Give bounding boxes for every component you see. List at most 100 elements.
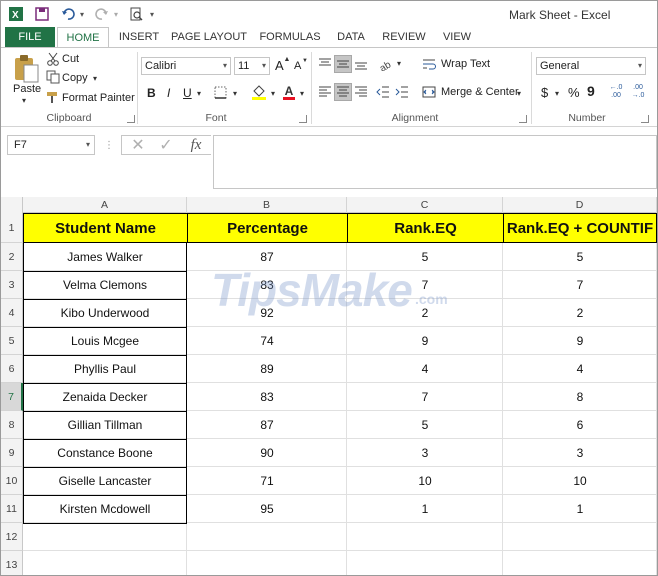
cell-rank-eq[interactable]: 4 xyxy=(347,355,503,383)
merge-center-button[interactable]: Merge & Center xyxy=(441,86,519,98)
tab-review[interactable]: REVIEW xyxy=(379,27,429,47)
formula-input[interactable] xyxy=(213,135,657,189)
row-header-12[interactable]: 12 xyxy=(1,523,23,551)
cell-student-name[interactable]: Louis Mcgee xyxy=(23,327,187,356)
cell-student-name[interactable]: Kibo Underwood xyxy=(23,299,187,328)
save-icon[interactable] xyxy=(33,5,51,23)
cell-rank-eq[interactable]: 10 xyxy=(347,467,503,495)
cell-student-name[interactable]: Constance Boone xyxy=(23,439,187,468)
redo-icon[interactable] xyxy=(93,5,111,23)
alignment-launcher-icon[interactable] xyxy=(519,115,527,123)
header-percentage[interactable]: Percentage xyxy=(187,213,348,243)
header-rank-eq-countif[interactable]: Rank.EQ + COUNTIF xyxy=(503,213,657,243)
row-header-6[interactable]: 6 xyxy=(1,355,23,383)
tab-home[interactable]: HOME xyxy=(57,27,109,48)
row-header-11[interactable]: 11 xyxy=(1,495,23,523)
cell-rank-eq-countif[interactable]: 4 xyxy=(503,355,657,383)
insert-function-icon[interactable]: fx xyxy=(184,136,208,154)
row-header-1[interactable]: 1 xyxy=(1,213,23,243)
orientation-dropdown-icon[interactable]: ▾ xyxy=(395,58,403,68)
merge-dropdown-icon[interactable]: ▾ xyxy=(515,88,523,98)
row-header-5[interactable]: 5 xyxy=(1,327,23,355)
borders-dropdown-icon[interactable]: ▾ xyxy=(231,88,239,98)
underline-dropdown-icon[interactable]: ▾ xyxy=(195,88,203,98)
enter-icon[interactable]: ✓ xyxy=(156,136,176,154)
borders-icon[interactable] xyxy=(213,85,227,99)
orientation-icon[interactable]: ab xyxy=(377,56,395,72)
header-rank-eq[interactable]: Rank.EQ xyxy=(347,213,504,243)
row-header-2[interactable]: 2 xyxy=(1,243,23,271)
cell-rank-eq[interactable]: 9 xyxy=(347,327,503,355)
cell-rank-eq-countif[interactable]: 1 xyxy=(503,495,657,523)
clipboard-launcher-icon[interactable] xyxy=(127,115,135,123)
wrap-text-button[interactable]: Wrap Text xyxy=(441,58,490,70)
percent-button[interactable]: % xyxy=(568,85,580,100)
select-all-corner[interactable] xyxy=(1,197,23,213)
cell-student-name[interactable]: Giselle Lancaster xyxy=(23,467,187,496)
merge-center-icon[interactable] xyxy=(421,84,437,100)
copy-dropdown-icon[interactable]: ▾ xyxy=(91,72,99,84)
italic-button[interactable]: I xyxy=(167,86,170,100)
row-header-10[interactable]: 10 xyxy=(1,467,23,495)
align-right-icon[interactable] xyxy=(353,84,369,100)
paste-icon[interactable] xyxy=(11,54,41,84)
undo-icon[interactable] xyxy=(59,5,77,23)
redo-dropdown-icon[interactable]: ▾ xyxy=(111,5,121,23)
cell-student-name[interactable]: Velma Clemons xyxy=(23,271,187,300)
font-color-button[interactable]: A xyxy=(282,83,296,101)
font-name-select[interactable]: Calibri ▾ xyxy=(141,57,231,75)
cell-student-name[interactable]: Gillian Tillman xyxy=(23,411,187,440)
align-center-icon[interactable] xyxy=(334,83,352,101)
shrink-font-button[interactable]: A xyxy=(294,60,301,72)
cell-student-name[interactable]: Phyllis Paul xyxy=(23,355,187,384)
name-box[interactable]: F7 ▾ xyxy=(7,135,95,155)
underline-button[interactable]: U xyxy=(183,86,192,100)
header-student-name[interactable]: Student Name xyxy=(23,213,188,243)
cell-rank-eq-countif[interactable]: 7 xyxy=(503,271,657,299)
customize-qat-icon[interactable]: ▾ xyxy=(147,5,157,23)
column-header-a[interactable]: A xyxy=(23,197,187,213)
format-painter-icon[interactable] xyxy=(46,90,60,104)
cell-rank-eq[interactable]: 1 xyxy=(347,495,503,523)
font-color-dropdown-icon[interactable]: ▾ xyxy=(298,88,306,98)
number-launcher-icon[interactable] xyxy=(641,115,649,123)
wrap-text-icon[interactable] xyxy=(421,56,437,72)
cell-student-name[interactable]: Kirsten Mcdowell xyxy=(23,495,187,524)
align-left-icon[interactable] xyxy=(317,84,333,100)
cell-rank-eq[interactable]: 7 xyxy=(347,383,503,411)
cell-percentage[interactable]: 71 xyxy=(187,467,347,495)
grow-font-button[interactable]: A xyxy=(275,58,284,73)
copy-icon[interactable] xyxy=(46,70,60,84)
tab-insert[interactable]: INSERT xyxy=(117,27,161,47)
row-header-3[interactable]: 3 xyxy=(1,271,23,299)
cell-rank-eq-countif[interactable]: 9 xyxy=(503,327,657,355)
decrease-indent-icon[interactable] xyxy=(375,84,391,100)
paste-button[interactable]: Paste xyxy=(13,83,41,95)
row-header-13[interactable]: 13 xyxy=(1,551,23,575)
worksheet-grid[interactable]: A B C D 1 2 3 4 5 6 7 8 9 10 11 12 13 Student Name Pe… xyxy=(1,197,657,575)
increase-decimal-button[interactable]: ←.0 .00 xyxy=(607,83,625,101)
cell-rank-eq-countif[interactable]: 5 xyxy=(503,243,657,271)
top-align-icon[interactable] xyxy=(317,56,333,72)
print-preview-icon[interactable] xyxy=(127,5,145,23)
tab-page-layout[interactable]: PAGE LAYOUT xyxy=(171,27,247,47)
tab-file[interactable]: FILE xyxy=(5,27,55,47)
number-format-select[interactable]: General ▾ xyxy=(536,57,646,75)
cell-student-name[interactable]: Zenaida Decker xyxy=(23,383,187,412)
tab-data[interactable]: DATA xyxy=(333,27,369,47)
cell-rank-eq-countif[interactable]: 6 xyxy=(503,411,657,439)
cut-button[interactable]: Cut xyxy=(62,53,79,65)
column-header-d[interactable]: D xyxy=(503,197,657,213)
bold-button[interactable]: B xyxy=(147,86,156,100)
column-header-b[interactable]: B xyxy=(187,197,347,213)
cell-rank-eq[interactable]: 5 xyxy=(347,411,503,439)
currency-dropdown-icon[interactable]: ▾ xyxy=(553,88,561,98)
row-header-9[interactable]: 9 xyxy=(1,439,23,467)
fill-color-icon[interactable] xyxy=(251,83,267,101)
cell-rank-eq-countif[interactable]: 8 xyxy=(503,383,657,411)
fill-color-dropdown-icon[interactable]: ▾ xyxy=(269,88,277,98)
row-header-7[interactable]: 7 xyxy=(1,383,23,411)
bottom-align-icon[interactable] xyxy=(353,56,369,72)
cell-rank-eq[interactable]: 3 xyxy=(347,439,503,467)
currency-button[interactable]: $ xyxy=(541,85,548,100)
